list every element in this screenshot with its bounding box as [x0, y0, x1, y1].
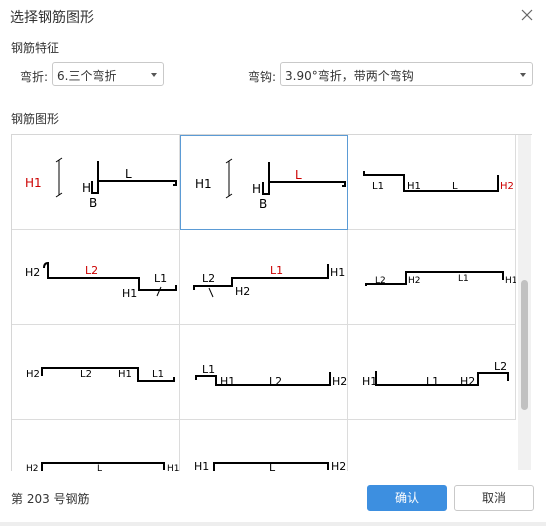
- shape-diagram: H1 H L B: [25, 157, 177, 210]
- dim-label: L: [295, 168, 302, 182]
- shape-cell-5[interactable]: L2 L1 H1 H2: [180, 230, 348, 325]
- dim-label: L: [452, 181, 458, 192]
- shape-diagram: H2 L H1: [26, 462, 180, 471]
- dim-label: L: [97, 464, 102, 471]
- confirm-button[interactable]: 确认: [367, 485, 447, 511]
- dim-label: L: [125, 167, 132, 181]
- title-bar: 选择钢筋图形: [0, 0, 546, 32]
- dim-label: L1: [270, 264, 283, 277]
- dim-label: L2: [269, 375, 282, 388]
- bottom-edge: [0, 522, 546, 526]
- scrollbar-thumb[interactable]: [521, 280, 528, 410]
- shape-diagram: H2 L2 H1 L1: [26, 367, 175, 382]
- shape-diagram: L1 H1 L2 H2: [195, 363, 347, 388]
- dim-label: H1: [167, 464, 180, 471]
- dim-label: L1: [458, 274, 469, 284]
- dim-label: H: [82, 181, 91, 195]
- shape-cell-7[interactable]: H2 L2 H1 L1: [12, 325, 180, 420]
- chevron-down-icon: [151, 73, 157, 77]
- dim-label: B: [259, 197, 267, 211]
- bend-label: 弯折:: [20, 70, 49, 84]
- dim-label: H1: [194, 460, 209, 471]
- dim-label: L1: [154, 272, 167, 285]
- shape-diagram: L2 L1 H1 H2: [193, 264, 345, 298]
- shape-cell-10[interactable]: H2 L H1: [12, 420, 180, 471]
- dim-label: H2: [25, 266, 40, 279]
- shape-diagram: H1 L1 H2 L2: [362, 360, 509, 388]
- hook-select[interactable]: 3.90°弯折，带两个弯钩: [280, 62, 533, 86]
- dim-label: L2: [85, 264, 98, 277]
- dim-label: L: [269, 461, 276, 471]
- bend-select[interactable]: 6.三个弯折: [52, 62, 164, 86]
- dim-label: H1: [330, 266, 345, 279]
- shape-cell-1[interactable]: H1 H L B: [12, 135, 180, 230]
- shape-diagram: L2 H2 L1 H1: [365, 271, 516, 286]
- dim-label: H1: [407, 181, 421, 192]
- shape-cell-3[interactable]: L1 H1 L H2: [348, 135, 516, 230]
- cancel-button[interactable]: 取消: [454, 485, 534, 511]
- status-text: 第 203 号钢筋: [11, 492, 90, 506]
- dim-label: H: [252, 182, 261, 196]
- shape-cell-2[interactable]: H1 H L B: [180, 135, 348, 230]
- dim-label: H2: [460, 375, 475, 388]
- dim-label: H1: [118, 369, 132, 380]
- shape-diagram: H1 H L B: [195, 158, 346, 211]
- chevron-down-icon: [520, 73, 526, 77]
- shape-grid-scrollbar[interactable]: [518, 135, 531, 470]
- dim-label: L1: [426, 375, 439, 388]
- dim-label: H2: [408, 276, 421, 286]
- dim-label: H1: [122, 287, 137, 300]
- bend-select-value: 6.三个弯折: [57, 69, 117, 83]
- shape-cell-9[interactable]: H1 L1 H2 L2: [348, 325, 516, 420]
- dim-label: L2: [375, 276, 386, 286]
- close-icon: [521, 9, 533, 21]
- dim-label: H2: [332, 375, 347, 388]
- dim-label: H1: [362, 375, 377, 388]
- dim-label: H1: [195, 177, 212, 191]
- shape-grid: H1 H L B H1 H L B L1 H1 L H2 H2 L2 L1 H1…: [11, 134, 532, 471]
- shape-diagram: L1 H1 L H2: [363, 171, 514, 192]
- dim-label: H2: [235, 285, 250, 298]
- dim-label: L1: [372, 181, 384, 192]
- dim-label: H2: [500, 181, 514, 192]
- dim-label: H2: [26, 464, 39, 471]
- shape-cell-11[interactable]: H1 L H2: [180, 420, 348, 471]
- shapes-section-label: 钢筋图形: [11, 112, 60, 126]
- dim-label: H1: [220, 375, 235, 388]
- shape-cell-6[interactable]: L2 H2 L1 H1: [348, 230, 516, 325]
- dim-label: L1: [152, 369, 164, 380]
- dim-label: H1: [25, 176, 42, 190]
- hook-select-value: 3.90°弯折，带两个弯钩: [285, 69, 414, 83]
- dim-label: B: [89, 196, 97, 210]
- shape-cell-8[interactable]: L1 H1 L2 H2: [180, 325, 348, 420]
- shape-diagram: H1 L H2: [194, 460, 346, 471]
- dim-label: L1: [202, 363, 215, 376]
- dim-label: L2: [202, 272, 215, 285]
- shape-diagram: H2 L2 L1 H1: [25, 261, 177, 300]
- shape-cell-4[interactable]: H2 L2 L1 H1: [12, 230, 180, 325]
- hook-label: 弯钩:: [248, 70, 277, 84]
- features-section-label: 钢筋特征: [11, 41, 60, 55]
- dim-label: H1: [505, 276, 516, 286]
- dim-label: H2: [331, 460, 346, 471]
- close-button[interactable]: [516, 4, 538, 26]
- dim-label: H2: [26, 369, 40, 380]
- dim-label: L2: [494, 360, 507, 373]
- dim-label: L2: [80, 369, 92, 380]
- dialog-title: 选择钢筋图形: [10, 10, 94, 26]
